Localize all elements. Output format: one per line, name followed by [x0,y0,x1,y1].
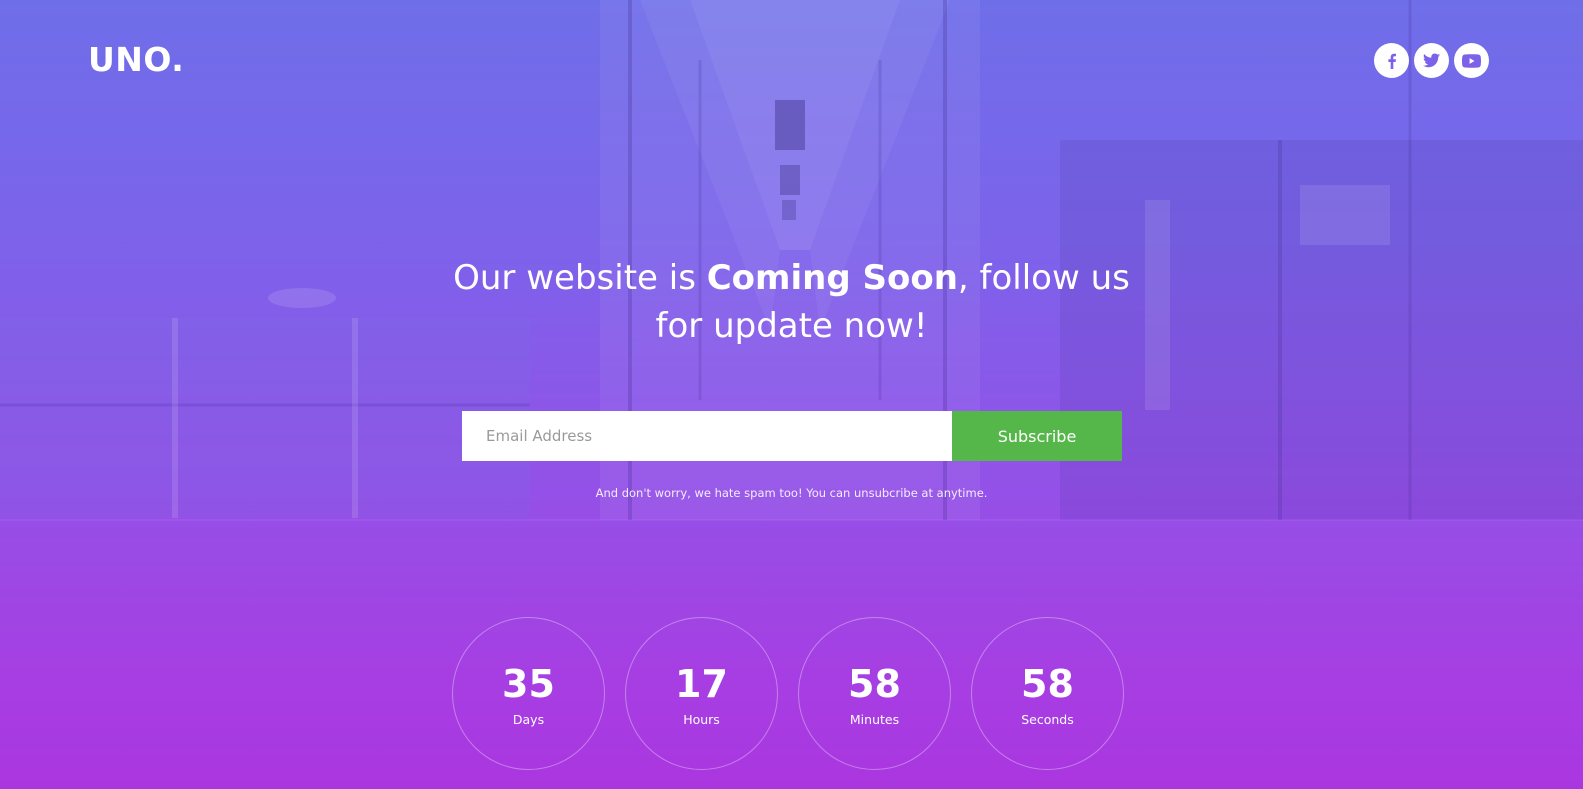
countdown-minutes-value: 58 [848,662,901,706]
countdown-seconds-label: Seconds [1021,712,1074,727]
subscribe-button[interactable]: Subscribe [952,411,1122,461]
countdown-days: 35 Days [452,617,605,770]
countdown-timer: 35 Days 17 Hours 58 Minutes 58 Seconds [452,617,1124,770]
headline-line2: for update now! [655,306,928,346]
logo[interactable]: UNO. [88,40,184,79]
twitter-icon [1423,53,1440,68]
twitter-button[interactable] [1414,43,1449,78]
youtube-icon [1462,53,1481,68]
countdown-seconds: 58 Seconds [971,617,1124,770]
countdown-seconds-value: 58 [1021,662,1074,706]
countdown-days-value: 35 [502,662,555,706]
headline-pre: Our website is [453,258,707,298]
headline-post: , follow us [957,258,1130,298]
youtube-button[interactable] [1454,43,1489,78]
headline-highlight: Coming Soon [706,258,958,298]
subscribe-form: Subscribe [462,411,1122,461]
countdown-hours-label: Hours [683,712,720,727]
facebook-icon [1387,53,1396,69]
social-links [1374,43,1489,78]
countdown-hours: 17 Hours [625,617,778,770]
spam-note: And don't worry, we hate spam too! You c… [595,486,988,500]
countdown-minutes-label: Minutes [849,712,900,727]
countdown-hours-value: 17 [675,662,728,706]
countdown-days-label: Days [512,712,545,727]
countdown-minutes: 58 Minutes [798,617,951,770]
email-field[interactable] [462,411,952,461]
facebook-button[interactable] [1374,43,1409,78]
coming-soon-page: UNO. Our website is Coming Soon, follow … [0,0,1583,789]
page-headline: Our website is Coming Soon, follow us for… [0,254,1583,350]
